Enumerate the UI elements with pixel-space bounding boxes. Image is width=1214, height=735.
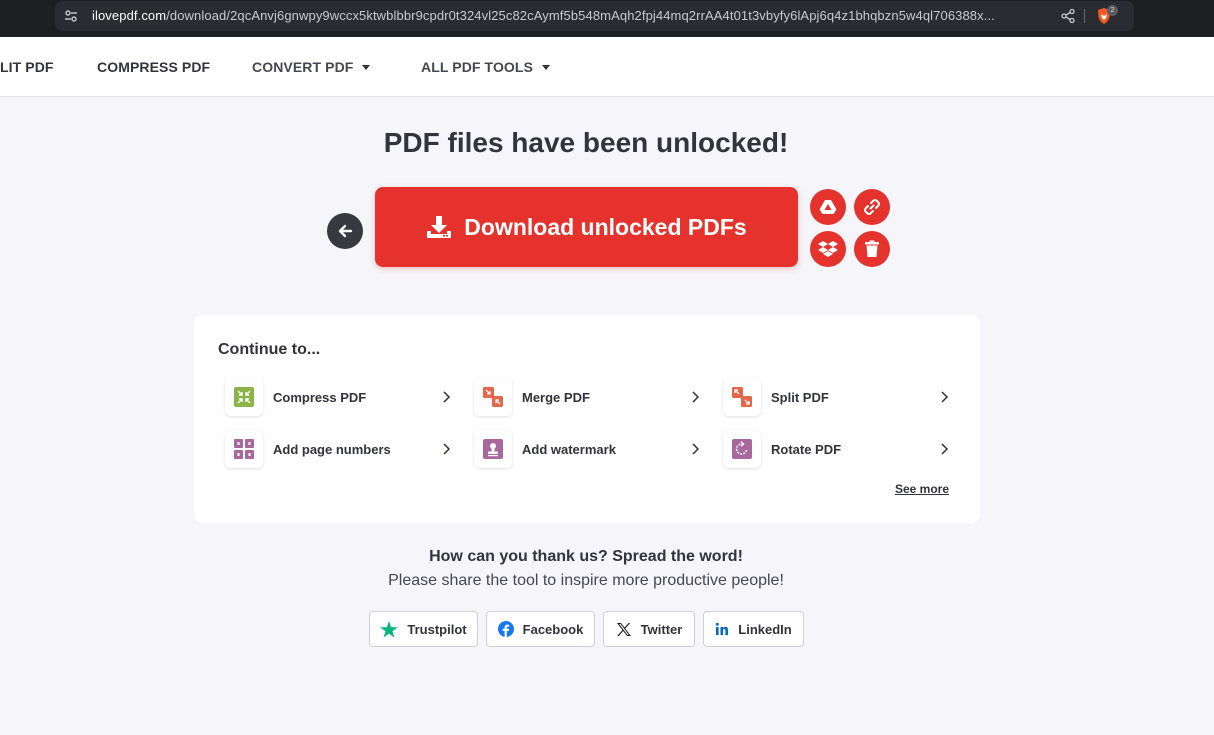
share-icon[interactable] — [1060, 8, 1076, 24]
compress-icon — [225, 378, 263, 416]
chevron-right-icon — [941, 443, 949, 455]
tool-split-pdf[interactable]: Split PDF — [723, 377, 949, 417]
tool-label: Rotate PDF — [771, 441, 842, 457]
facebook-label: Facebook — [522, 621, 584, 637]
save-to-dropbox-button[interactable] — [810, 231, 846, 267]
share-subheading: Please share the tool to inspire more pr… — [388, 572, 784, 589]
nav-compress-pdf[interactable]: COMPRESS PDF — [97, 59, 210, 75]
twitter-button[interactable]: Twitter — [603, 611, 695, 647]
tool-label: Merge PDF — [522, 389, 590, 405]
address-bar[interactable]: ilovepdf.com/download/2qcAnvj6gnwpy9wccx… — [55, 1, 1134, 31]
nav-all-tools-label: ALL PDF TOOLS — [421, 59, 534, 75]
tool-add-page-numbers[interactable]: Add page numbers — [225, 429, 451, 469]
url-text[interactable]: ilovepdf.com/download/2qcAnvj6gnwpy9wccx… — [92, 8, 1052, 23]
caret-down-icon — [542, 64, 551, 70]
rotate-icon — [723, 430, 761, 468]
shields-count-badge: 2 — [1107, 5, 1118, 16]
url-path: /download/2qcAnvj6gnwpy9wccx5ktwblbbr9cp… — [166, 8, 995, 23]
page-title: PDF files have been unlocked! — [383, 127, 789, 158]
tool-label: Compress PDF — [273, 389, 367, 405]
link-icon — [864, 199, 880, 215]
tool-compress-pdf[interactable]: Compress PDF — [225, 377, 451, 417]
chevron-right-icon — [443, 443, 451, 455]
tool-add-watermark[interactable]: Add watermark — [474, 429, 700, 469]
download-button-label: Download unlocked PDFs — [464, 213, 747, 240]
linkedin-label: LinkedIn — [738, 621, 792, 637]
trustpilot-button[interactable]: Trustpilot — [369, 611, 478, 647]
arrow-left-icon — [338, 224, 353, 238]
tool-rotate-pdf[interactable]: Rotate PDF — [723, 429, 949, 469]
trustpilot-label: Trustpilot — [407, 621, 467, 637]
share-heading: How can you thank us? Spread the word! — [429, 548, 743, 565]
chevron-right-icon — [941, 391, 949, 403]
google-drive-icon — [819, 200, 837, 214]
chevron-right-icon — [443, 391, 451, 403]
continue-card: Continue to... Compress PDF Merge PDF Sp… — [194, 315, 980, 523]
trash-icon — [865, 240, 879, 257]
tool-label: Add page numbers — [273, 441, 391, 457]
copy-link-button[interactable] — [854, 189, 890, 225]
chevron-right-icon — [692, 443, 700, 455]
dropbox-icon — [818, 241, 838, 257]
merge-icon — [474, 378, 512, 416]
watermark-icon — [474, 430, 512, 468]
back-button[interactable] — [327, 213, 363, 249]
download-icon — [427, 216, 452, 238]
tool-label: Add watermark — [522, 441, 616, 457]
x-twitter-icon — [616, 622, 631, 636]
chevron-right-icon — [692, 391, 700, 403]
linkedin-button[interactable]: LinkedIn — [703, 611, 804, 647]
site-settings-icon[interactable] — [63, 8, 79, 24]
url-host: ilovepdf.com — [92, 8, 167, 23]
download-button[interactable]: Download unlocked PDFs — [375, 187, 798, 267]
save-to-drive-button[interactable] — [810, 189, 846, 225]
nav-split-pdf[interactable]: LIT PDF — [0, 59, 54, 75]
facebook-icon — [497, 621, 514, 637]
facebook-button[interactable]: Facebook — [486, 611, 595, 647]
nav-all-tools[interactable]: ALL PDF TOOLS — [421, 59, 551, 75]
tool-merge-pdf[interactable]: Merge PDF — [474, 377, 700, 417]
caret-down-icon — [362, 64, 371, 70]
trustpilot-star-icon — [380, 620, 399, 638]
tool-label: Split PDF — [771, 389, 829, 405]
see-more-link[interactable]: See more — [895, 482, 949, 496]
nav-convert-pdf[interactable]: CONVERT PDF — [252, 59, 371, 75]
page-numbers-icon — [225, 430, 263, 468]
delete-files-button[interactable] — [854, 231, 890, 267]
linkedin-icon — [716, 622, 729, 635]
continue-title: Continue to... — [218, 341, 321, 358]
top-nav: LIT PDF COMPRESS PDF CONVERT PDF ALL PDF… — [0, 37, 1214, 97]
nav-convert-label: CONVERT PDF — [252, 59, 354, 75]
split-icon — [723, 378, 761, 416]
twitter-label: Twitter — [640, 621, 683, 637]
browser-chrome: ilovepdf.com/download/2qcAnvj6gnwpy9wccx… — [0, 0, 1214, 37]
url-separator — [1084, 9, 1085, 23]
